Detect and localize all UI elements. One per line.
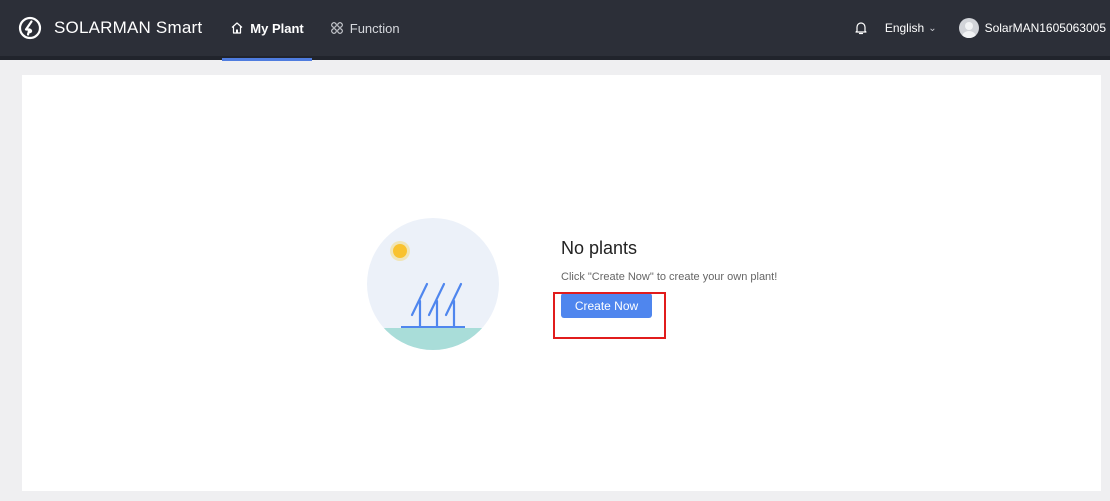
empty-state: No plants Click "Create Now" to create y…	[367, 218, 777, 350]
grid-icon	[330, 22, 343, 34]
empty-state-text: No plants Click "Create Now" to create y…	[561, 238, 777, 350]
nav-function[interactable]: Function	[322, 0, 408, 58]
language-selector[interactable]: English ⌄	[885, 21, 937, 35]
header-actions: English ⌄ SolarMAN1605063005	[853, 0, 1110, 58]
top-navigation-bar: SOLARMAN Smart My Plant Function English…	[0, 0, 1110, 61]
create-now-button[interactable]: Create Now	[561, 293, 652, 318]
user-name: SolarMAN1605063005	[984, 21, 1106, 35]
empty-state-title: No plants	[561, 238, 638, 258]
main-nav: My Plant Function	[222, 0, 408, 61]
nav-function-label: Function	[349, 20, 400, 36]
nav-my-plant[interactable]: My Plant	[222, 0, 313, 61]
solarman-logo-icon	[18, 16, 42, 40]
language-label: English	[884, 21, 925, 35]
brand[interactable]: SOLARMAN Smart	[18, 16, 202, 40]
nav-my-plant-label: My Plant	[250, 20, 304, 36]
avatar	[958, 18, 979, 38]
empty-state-description: Click "Create Now" to create your own pl…	[561, 271, 778, 283]
app-name: SOLARMAN Smart	[54, 18, 203, 37]
home-icon	[231, 22, 243, 34]
user-menu[interactable]: SolarMAN1605063005	[958, 18, 1106, 38]
chevron-down-icon: ⌄	[928, 22, 937, 34]
solar-panels-illustration	[367, 218, 499, 350]
bell-icon[interactable]	[853, 20, 869, 36]
